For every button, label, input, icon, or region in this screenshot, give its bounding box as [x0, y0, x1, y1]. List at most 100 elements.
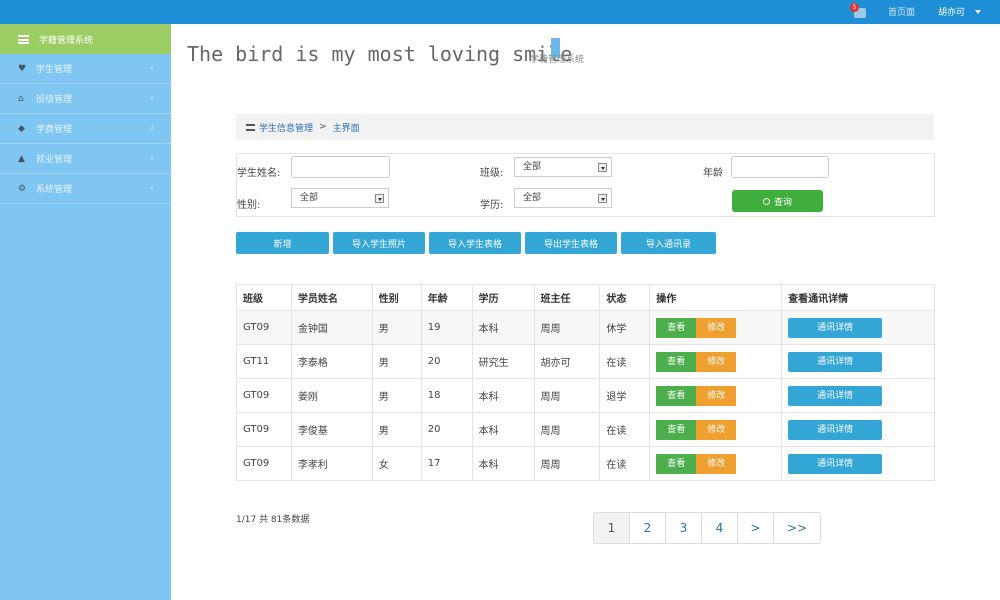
edit-button[interactable]: 修改: [696, 453, 737, 474]
cell-actions: 查看 修改: [649, 344, 783, 379]
cell-teacher: 周周: [533, 412, 601, 447]
breadcrumb-student-info[interactable]: 学生信息管理: [259, 121, 313, 134]
column-header: 操作: [649, 284, 783, 311]
cogs-icon: ⚙: [18, 183, 27, 194]
query-button-label: 查询: [773, 197, 792, 208]
home-icon: ⌂: [18, 93, 24, 104]
cell-gender: 男: [371, 344, 422, 379]
column-header: 性别: [371, 284, 422, 311]
cell-detail: 通讯详情: [781, 412, 935, 447]
page-2-button[interactable]: 2: [630, 513, 666, 543]
cell-education: 本科: [471, 446, 535, 481]
brand-slogan: The bird is my most loving smile: [187, 42, 573, 66]
sidebar-item-system[interactable]: ⚙ 系统管理 ‹: [0, 174, 171, 204]
user-menu[interactable]: 胡亦可: [938, 5, 965, 18]
sidebar: 学籍管理系统 ♥ 学生管理 ‹ ⌂ 班级管理 ‹ ◆ 学费管理 ‹ ▲ 就业管理…: [0, 24, 171, 600]
contact-detail-button[interactable]: 通讯详情: [788, 351, 883, 372]
view-button[interactable]: 查看: [656, 351, 697, 372]
export-table-button[interactable]: 导出学生表格: [525, 232, 617, 254]
student-table: 班级 学员姓名 性别 年龄 学历 班主任 状态 操作 查看通讯详情 GT09 金…: [236, 284, 935, 481]
last-page-button[interactable]: >>: [774, 513, 820, 543]
edit-button[interactable]: 修改: [696, 385, 737, 406]
sidebar-item-employment[interactable]: ▲ 就业管理 ‹: [0, 144, 171, 174]
sidebar-header[interactable]: 学籍管理系统: [0, 24, 171, 54]
student-name-input[interactable]: [291, 156, 390, 178]
gender-select[interactable]: 全部: [291, 188, 389, 208]
cell-education: 本科: [471, 378, 535, 413]
chevron-left-icon: ‹: [150, 93, 154, 104]
add-button[interactable]: 新增: [236, 232, 329, 254]
breadcrumb-current[interactable]: 主界面: [333, 121, 360, 134]
cell-gender: 男: [371, 378, 422, 413]
cell-gender: 女: [371, 446, 422, 481]
view-button[interactable]: 查看: [656, 419, 697, 440]
next-page-button[interactable]: >: [738, 513, 774, 543]
class-select[interactable]: 全部: [514, 157, 612, 177]
edit-button[interactable]: 修改: [696, 351, 737, 372]
import-photos-button[interactable]: 导入学生照片: [333, 232, 425, 254]
home-link[interactable]: 首页面: [888, 5, 915, 18]
class-select-value: 全部: [523, 162, 542, 172]
pagination: 1 2 3 4 > >>: [593, 512, 821, 544]
education-label: 学历:: [480, 200, 504, 211]
cell-age: 17: [420, 446, 473, 481]
table-row: GT09 李俊基 男 20 本科 周周 在读 查看 修改 通讯详情: [236, 412, 935, 447]
cell-class: GT09: [236, 412, 292, 447]
cell-detail: 通讯详情: [781, 344, 935, 379]
page-1-button[interactable]: 1: [594, 513, 630, 543]
view-button[interactable]: 查看: [656, 385, 697, 406]
cell-name: 李泰格: [290, 344, 373, 379]
sidebar-title: 学籍管理系统: [39, 35, 94, 46]
table-row: GT09 金钟国 男 19 本科 周周 休学 查看 修改 通讯详情: [236, 310, 935, 345]
cell-name: 姜刚: [290, 378, 373, 413]
sidebar-item-tuition[interactable]: ◆ 学费管理 ‹: [0, 114, 171, 144]
edit-button[interactable]: 修改: [696, 419, 737, 440]
cell-age: 20: [420, 412, 473, 447]
breadcrumb-separator: >: [319, 122, 327, 132]
page-4-button[interactable]: 4: [702, 513, 738, 543]
cell-gender: 男: [371, 310, 422, 345]
table-row: GT09 李孝利 女 17 本科 周周 在读 查看 修改 通讯详情: [236, 446, 935, 481]
list-icon: [246, 123, 255, 131]
top-bar: 5 首页面 胡亦可: [0, 0, 1000, 24]
search-icon: [762, 197, 770, 205]
sidebar-item-classes[interactable]: ⌂ 班级管理 ‹: [0, 84, 171, 114]
cell-teacher: 周周: [533, 310, 601, 345]
sidebar-item-students[interactable]: ♥ 学生管理 ‹: [0, 54, 171, 84]
column-header: 查看通讯详情: [781, 284, 935, 311]
contact-detail-button[interactable]: 通讯详情: [788, 317, 883, 338]
query-button[interactable]: 查询: [732, 190, 823, 212]
column-header: 状态: [599, 284, 651, 311]
cell-detail: 通讯详情: [781, 310, 935, 345]
table-row: GT09 姜刚 男 18 本科 周周 退学 查看 修改 通讯详情: [236, 378, 935, 413]
table-header-row: 班级 学员姓名 性别 年龄 学历 班主任 状态 操作 查看通讯详情: [236, 284, 935, 311]
cell-teacher: 周周: [533, 378, 601, 413]
import-contacts-button[interactable]: 导入通讯录: [621, 232, 716, 254]
class-label: 班级:: [480, 168, 504, 179]
sidebar-item-label: 学费管理: [36, 125, 73, 135]
sidebar-item-label: 班级管理: [36, 95, 73, 105]
view-button[interactable]: 查看: [656, 453, 697, 474]
cell-status: 在读: [599, 446, 651, 481]
cell-status: 在读: [599, 412, 651, 447]
age-label: 年龄: [703, 168, 723, 179]
chevron-down-icon[interactable]: [975, 10, 981, 14]
page-3-button[interactable]: 3: [666, 513, 702, 543]
cell-name: 金钟国: [290, 310, 373, 345]
education-select[interactable]: 全部: [514, 188, 612, 208]
contact-detail-button[interactable]: 通讯详情: [788, 385, 883, 406]
sidebar-item-label: 系统管理: [36, 185, 73, 195]
cell-detail: 通讯详情: [781, 446, 935, 481]
cell-education: 本科: [471, 412, 535, 447]
chevron-left-icon: ‹: [150, 123, 154, 134]
message-icon[interactable]: 5: [850, 3, 868, 21]
cell-actions: 查看 修改: [649, 446, 783, 481]
contact-detail-button[interactable]: 通讯详情: [788, 453, 883, 474]
edit-button[interactable]: 修改: [696, 317, 737, 338]
cell-education: 研究生: [471, 344, 535, 379]
age-input[interactable]: [731, 156, 829, 178]
view-button[interactable]: 查看: [656, 317, 697, 338]
import-table-button[interactable]: 导入学生表格: [429, 232, 521, 254]
sidebar-item-label: 就业管理: [36, 155, 73, 165]
contact-detail-button[interactable]: 通讯详情: [788, 419, 883, 440]
